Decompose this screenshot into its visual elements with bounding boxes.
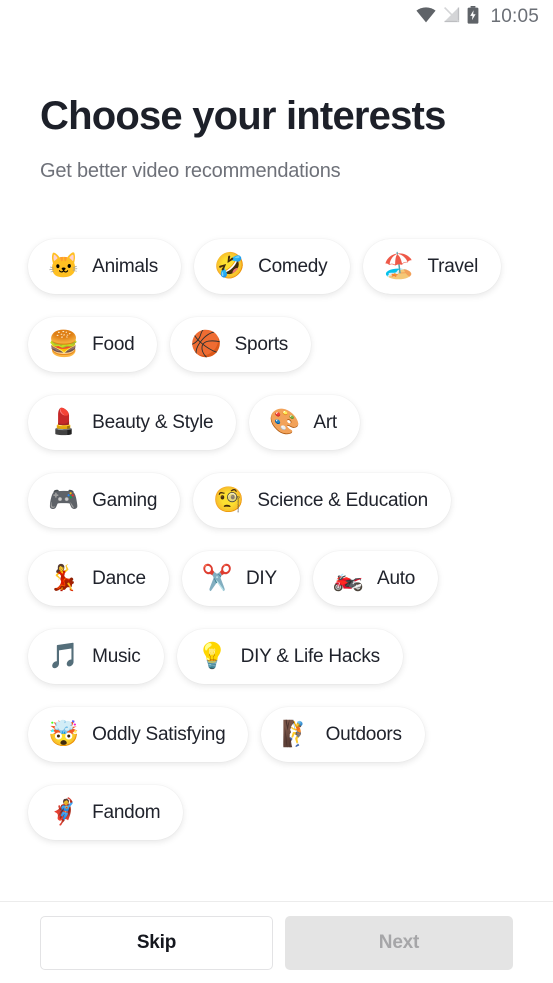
interest-chip-label: Food	[92, 333, 135, 355]
interest-chip-label: Fandom	[92, 801, 161, 823]
no-sim-icon	[443, 6, 460, 28]
interest-chip-label: Travel	[427, 255, 479, 277]
monocle-face-emoji: 🧐	[213, 486, 245, 514]
page-title: Choose your interests	[40, 94, 446, 138]
interest-chip-label: Dance	[92, 567, 146, 589]
beach-with-umbrella-emoji: 🏖️	[383, 252, 415, 280]
artist-palette-emoji: 🎨	[269, 408, 301, 436]
battery-charging-icon	[467, 5, 479, 29]
interest-chip-label: Science & Education	[257, 489, 428, 511]
interest-chip[interactable]: 🎮 Gaming	[28, 473, 181, 528]
woman-dancing-emoji: 💃	[48, 564, 80, 592]
interest-chip[interactable]: 💡 DIY & Life Hacks	[176, 629, 403, 684]
page-header: Choose your interests Get better video r…	[0, 34, 553, 183]
interest-chip[interactable]: 🏀 Sports	[170, 317, 312, 372]
motorcycle-emoji: 🏍️	[332, 564, 365, 592]
light-bulb-emoji: 💡	[196, 642, 228, 670]
interest-chip[interactable]: 💄 Beauty & Style	[28, 395, 237, 450]
page-subtitle: Get better video recommendations	[40, 160, 341, 182]
interest-chip[interactable]: 🏖️ Travel	[363, 239, 502, 294]
hamburger-emoji: 🍔	[48, 330, 80, 358]
interest-chip-label: DIY	[245, 567, 277, 589]
wifi-icon	[416, 6, 437, 28]
interest-chip-label: Gaming	[92, 489, 158, 511]
interest-chip[interactable]: 🐱 Animals	[28, 239, 181, 294]
video-game-controller-emoji: 🎮	[48, 486, 80, 514]
status-bar: 10:05	[0, 0, 553, 34]
interest-chip-list[interactable]: 🐱 Animals 🤣 Comedy 🏖️ Travel 🍔 Food 🏀 Sports 💄 Beau…	[0, 232, 553, 901]
interest-chip[interactable]: 🍔 Food	[28, 317, 158, 372]
interest-chip[interactable]: 🎵 Music	[28, 629, 164, 684]
interest-chip[interactable]: 🧐 Science & Education	[193, 473, 451, 528]
interest-chip[interactable]: 🤯 Oddly Satisfying	[28, 707, 249, 762]
interest-chip[interactable]: 🎨 Art	[249, 395, 360, 450]
lipstick-emoji: 💄	[48, 408, 80, 436]
person-climbing-emoji: 🧗	[281, 720, 313, 748]
interest-chip-label: Art	[313, 411, 337, 433]
musical-note-emoji: 🎵	[48, 642, 80, 670]
rolling-on-floor-laughing-emoji: 🤣	[213, 252, 246, 280]
status-time: 10:05	[490, 6, 539, 27]
interest-chip[interactable]: 🤣 Comedy	[193, 239, 351, 294]
interest-chip[interactable]: 🏍️ Auto	[312, 551, 439, 606]
skip-button[interactable]: Skip	[40, 915, 273, 970]
interest-chip-label: Music	[92, 645, 141, 667]
interest-chip[interactable]: ✂️ DIY	[181, 551, 300, 606]
interest-chip-label: Animals	[92, 255, 158, 277]
interest-chip-label: Beauty & Style	[92, 411, 214, 433]
exploding-head-emoji: 🤯	[48, 720, 80, 748]
interest-chip-label: Sports	[234, 333, 289, 355]
superhero-emoji: 🦸	[48, 798, 80, 826]
interest-chip[interactable]: 🦸 Fandom	[28, 785, 184, 840]
basketball-emoji: 🏀	[190, 330, 222, 358]
interest-chip-label: Oddly Satisfying	[92, 723, 226, 745]
interest-chip[interactable]: 🧗 Outdoors	[261, 707, 425, 762]
interest-chip-label: Outdoors	[325, 723, 402, 745]
cat-face-emoji: 🐱	[48, 252, 80, 280]
interest-chip-label: Auto	[377, 567, 416, 589]
next-button[interactable]: Next	[285, 915, 513, 970]
bottom-action-bar: Skip Next	[0, 901, 553, 983]
interest-chip-label: Comedy	[258, 255, 328, 277]
interest-chip-label: DIY & Life Hacks	[240, 645, 381, 667]
scissors-emoji: ✂️	[201, 564, 233, 592]
interest-chip[interactable]: 💃 Dance	[28, 551, 169, 606]
